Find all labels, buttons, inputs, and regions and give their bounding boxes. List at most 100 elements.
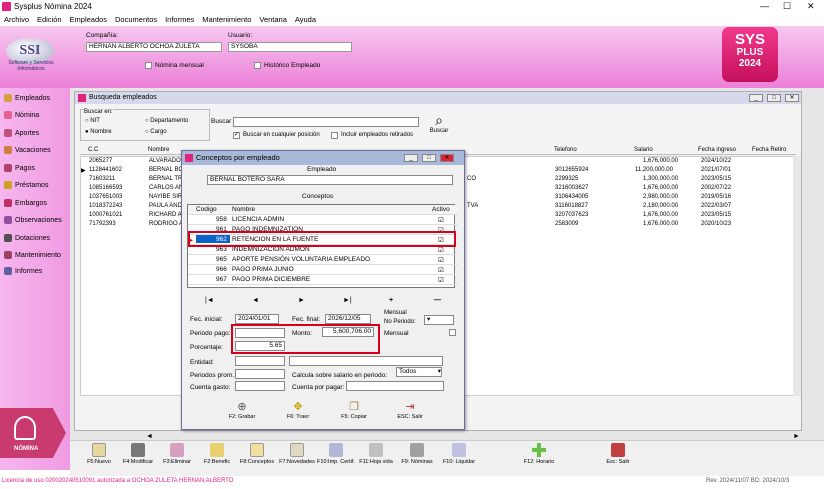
- buscar-input[interactable]: [233, 117, 419, 127]
- cell-salario: 11,200,000.00: [635, 167, 673, 173]
- sidebar-item-nomina[interactable]: Nómina: [4, 111, 39, 119]
- grid-scrollbar[interactable]: [793, 156, 801, 396]
- entidad-code-field[interactable]: [235, 356, 285, 366]
- menu-empleados[interactable]: Empleados: [70, 14, 108, 26]
- modificar-button[interactable]: F4:Modificar: [121, 443, 155, 465]
- nominas-button[interactable]: F9: Nóminas: [399, 443, 435, 465]
- historico-option[interactable]: Histórico Empleado: [254, 62, 320, 69]
- busqueda-close-button[interactable]: ✕: [785, 94, 799, 102]
- nav-add-button[interactable]: +: [389, 297, 393, 304]
- news-icon: [290, 443, 304, 457]
- activo-checkbox[interactable]: ☑: [438, 216, 444, 224]
- hoja-vida-button[interactable]: F11:Hoja vida: [357, 443, 395, 465]
- menu-edicion[interactable]: Edición: [37, 14, 62, 26]
- radio-nombre[interactable]: ● Nombre: [85, 129, 112, 135]
- menu-mantenimiento[interactable]: Mantenimiento: [202, 14, 251, 26]
- dialog-minimize-button[interactable]: _: [404, 154, 418, 162]
- sidebar-item-observaciones[interactable]: Observaciones: [4, 216, 62, 224]
- grabar-button[interactable]: ⊕ F2: Grabar: [222, 400, 262, 420]
- usuario-field[interactable]: SYSOBA: [228, 42, 352, 52]
- sidebar-item-empleados[interactable]: Empleados: [4, 94, 50, 102]
- menu-ayuda[interactable]: Ayuda: [295, 14, 316, 26]
- maximize-button[interactable]: ☐: [783, 1, 791, 12]
- calcula-select[interactable]: Todos ▾: [396, 367, 442, 377]
- copiar-button[interactable]: ❐ F5: Copiar: [334, 400, 374, 420]
- empleado-label: Empleado: [307, 166, 337, 173]
- buscar-button[interactable]: ⌕ Buscar: [427, 112, 451, 134]
- nomina-mensual-option[interactable]: Nómina mensual: [145, 62, 204, 69]
- sidebar-item-informes[interactable]: Informes: [4, 267, 42, 275]
- horario-button[interactable]: F12: Horario: [521, 443, 557, 465]
- cualquier-posicion-checkbox[interactable]: ✓: [233, 132, 240, 139]
- menu-documentos[interactable]: Documentos: [115, 14, 157, 26]
- eliminar-button[interactable]: F3:Eliminar: [161, 443, 193, 465]
- sidebar-item-pagos[interactable]: Pagos: [4, 164, 35, 172]
- traer-button[interactable]: ✥ F6: Traer: [278, 400, 318, 420]
- liquidar-button[interactable]: F10: Liquidar: [440, 443, 478, 465]
- sidebar-item-mantenimiento[interactable]: Mantenimiento: [4, 251, 61, 259]
- activo-checkbox[interactable]: ☑: [438, 246, 444, 254]
- nav-delete-button[interactable]: —: [434, 297, 441, 304]
- sidebar-item-aportes[interactable]: Aportes: [4, 129, 39, 137]
- nav-prev-button[interactable]: ◄: [252, 297, 259, 304]
- cell-nombre: RICHARD A: [149, 212, 182, 218]
- fec-final-field[interactable]: 2026/12/05: [325, 314, 371, 324]
- minimize-button[interactable]: —: [760, 1, 769, 11]
- imp-certif-button[interactable]: F10:Imp. Certif.: [316, 443, 356, 465]
- entidad-name-field[interactable]: [289, 356, 443, 366]
- nomina-mensual-checkbox[interactable]: [145, 62, 152, 69]
- retirados-checkbox[interactable]: [331, 132, 338, 139]
- dialog-close-button[interactable]: ✕: [440, 154, 454, 162]
- busqueda-minimize-button[interactable]: _: [749, 94, 763, 102]
- no-periodo-select[interactable]: ▾: [424, 315, 454, 325]
- sidebar-item-vacaciones[interactable]: Vacaciones: [4, 146, 51, 154]
- dialog-maximize-button[interactable]: □: [422, 154, 436, 162]
- activo-checkbox[interactable]: ☑: [438, 276, 444, 284]
- cell-nombre: ALVARADO: [149, 158, 181, 164]
- list-item[interactable]: 967 PAGO PRIMA DICIEMBRE ☑: [188, 275, 458, 285]
- scroll-left-button[interactable]: ◄: [146, 433, 153, 440]
- cualquier-posicion-option[interactable]: ✓ Buscar en cualquier posición: [233, 132, 320, 139]
- list-item[interactable]: 965 APORTE PENSIÓN VOLUNTARIA EMPLEADO ☑: [188, 255, 458, 265]
- menu-informes[interactable]: Informes: [165, 14, 194, 26]
- nav-next-button[interactable]: ►: [298, 297, 305, 304]
- list-item[interactable]: 966 PAGO PRIMA JUNIO ☑: [188, 265, 458, 275]
- activo-checkbox[interactable]: ☑: [438, 256, 444, 264]
- salir-button[interactable]: ⇥ ESC: Salir: [390, 400, 430, 420]
- activo-checkbox[interactable]: ☑: [438, 266, 444, 274]
- cell-cc: 1018372243: [89, 203, 123, 209]
- salir-toolbar-button[interactable]: Esc: Salir: [600, 443, 636, 465]
- busqueda-maximize-button[interactable]: □: [767, 94, 781, 102]
- mensual-checkbox[interactable]: [449, 329, 456, 336]
- radio-nit[interactable]: ○ NIT: [85, 118, 100, 124]
- nav-last-button[interactable]: ►|: [343, 297, 352, 304]
- scroll-right-button[interactable]: ►: [793, 433, 800, 440]
- nav-first-button[interactable]: |◄: [205, 297, 214, 304]
- novedades-button[interactable]: F7:Novedades: [278, 443, 316, 465]
- radio-cargo[interactable]: ○ Cargo: [145, 129, 167, 135]
- close-button[interactable]: ✕: [807, 1, 815, 12]
- menu-ventana[interactable]: Ventana: [259, 14, 287, 26]
- historico-checkbox[interactable]: [254, 62, 261, 69]
- empleado-field[interactable]: BERNAL BOTERO SARA: [207, 175, 453, 185]
- conceptos-button[interactable]: F8:Conceptos: [239, 443, 275, 465]
- sidebar-item-dotaciones[interactable]: Dotaciones: [4, 234, 50, 242]
- nuevo-button[interactable]: F5:Nuevo: [84, 443, 114, 465]
- benefic-button[interactable]: F2:Benefic: [201, 443, 233, 465]
- periodos-prom-field[interactable]: [235, 369, 285, 379]
- sidebar-item-embargos[interactable]: Embargos: [4, 199, 47, 207]
- radio-departamento[interactable]: ○ Departamento: [145, 118, 188, 124]
- cell-fecha: 2024/10/22: [701, 158, 732, 164]
- menu-archivo[interactable]: Archivo: [4, 14, 29, 26]
- retirados-option[interactable]: Incluir empleados retirados: [331, 132, 413, 139]
- cuenta-gasto-field[interactable]: [235, 381, 285, 391]
- cuenta-pagar-field[interactable]: [346, 381, 444, 391]
- list-item[interactable]: 958 LICENCIA ADMIN ☑: [188, 215, 458, 225]
- retirados-label: Incluir empleados retirados: [341, 132, 414, 138]
- fec-inicial-field[interactable]: 2024/01/01: [235, 314, 279, 324]
- buscar-label: Buscar: [211, 118, 232, 125]
- nomina-tile[interactable]: NÓMINA: [0, 408, 66, 458]
- mensual-checkbox-label: Mensual: [384, 330, 409, 337]
- compania-field[interactable]: HERNAN ALBERTO OCHOA ZULETA: [86, 42, 222, 52]
- sidebar-item-prestamos[interactable]: Préstamos: [4, 181, 48, 189]
